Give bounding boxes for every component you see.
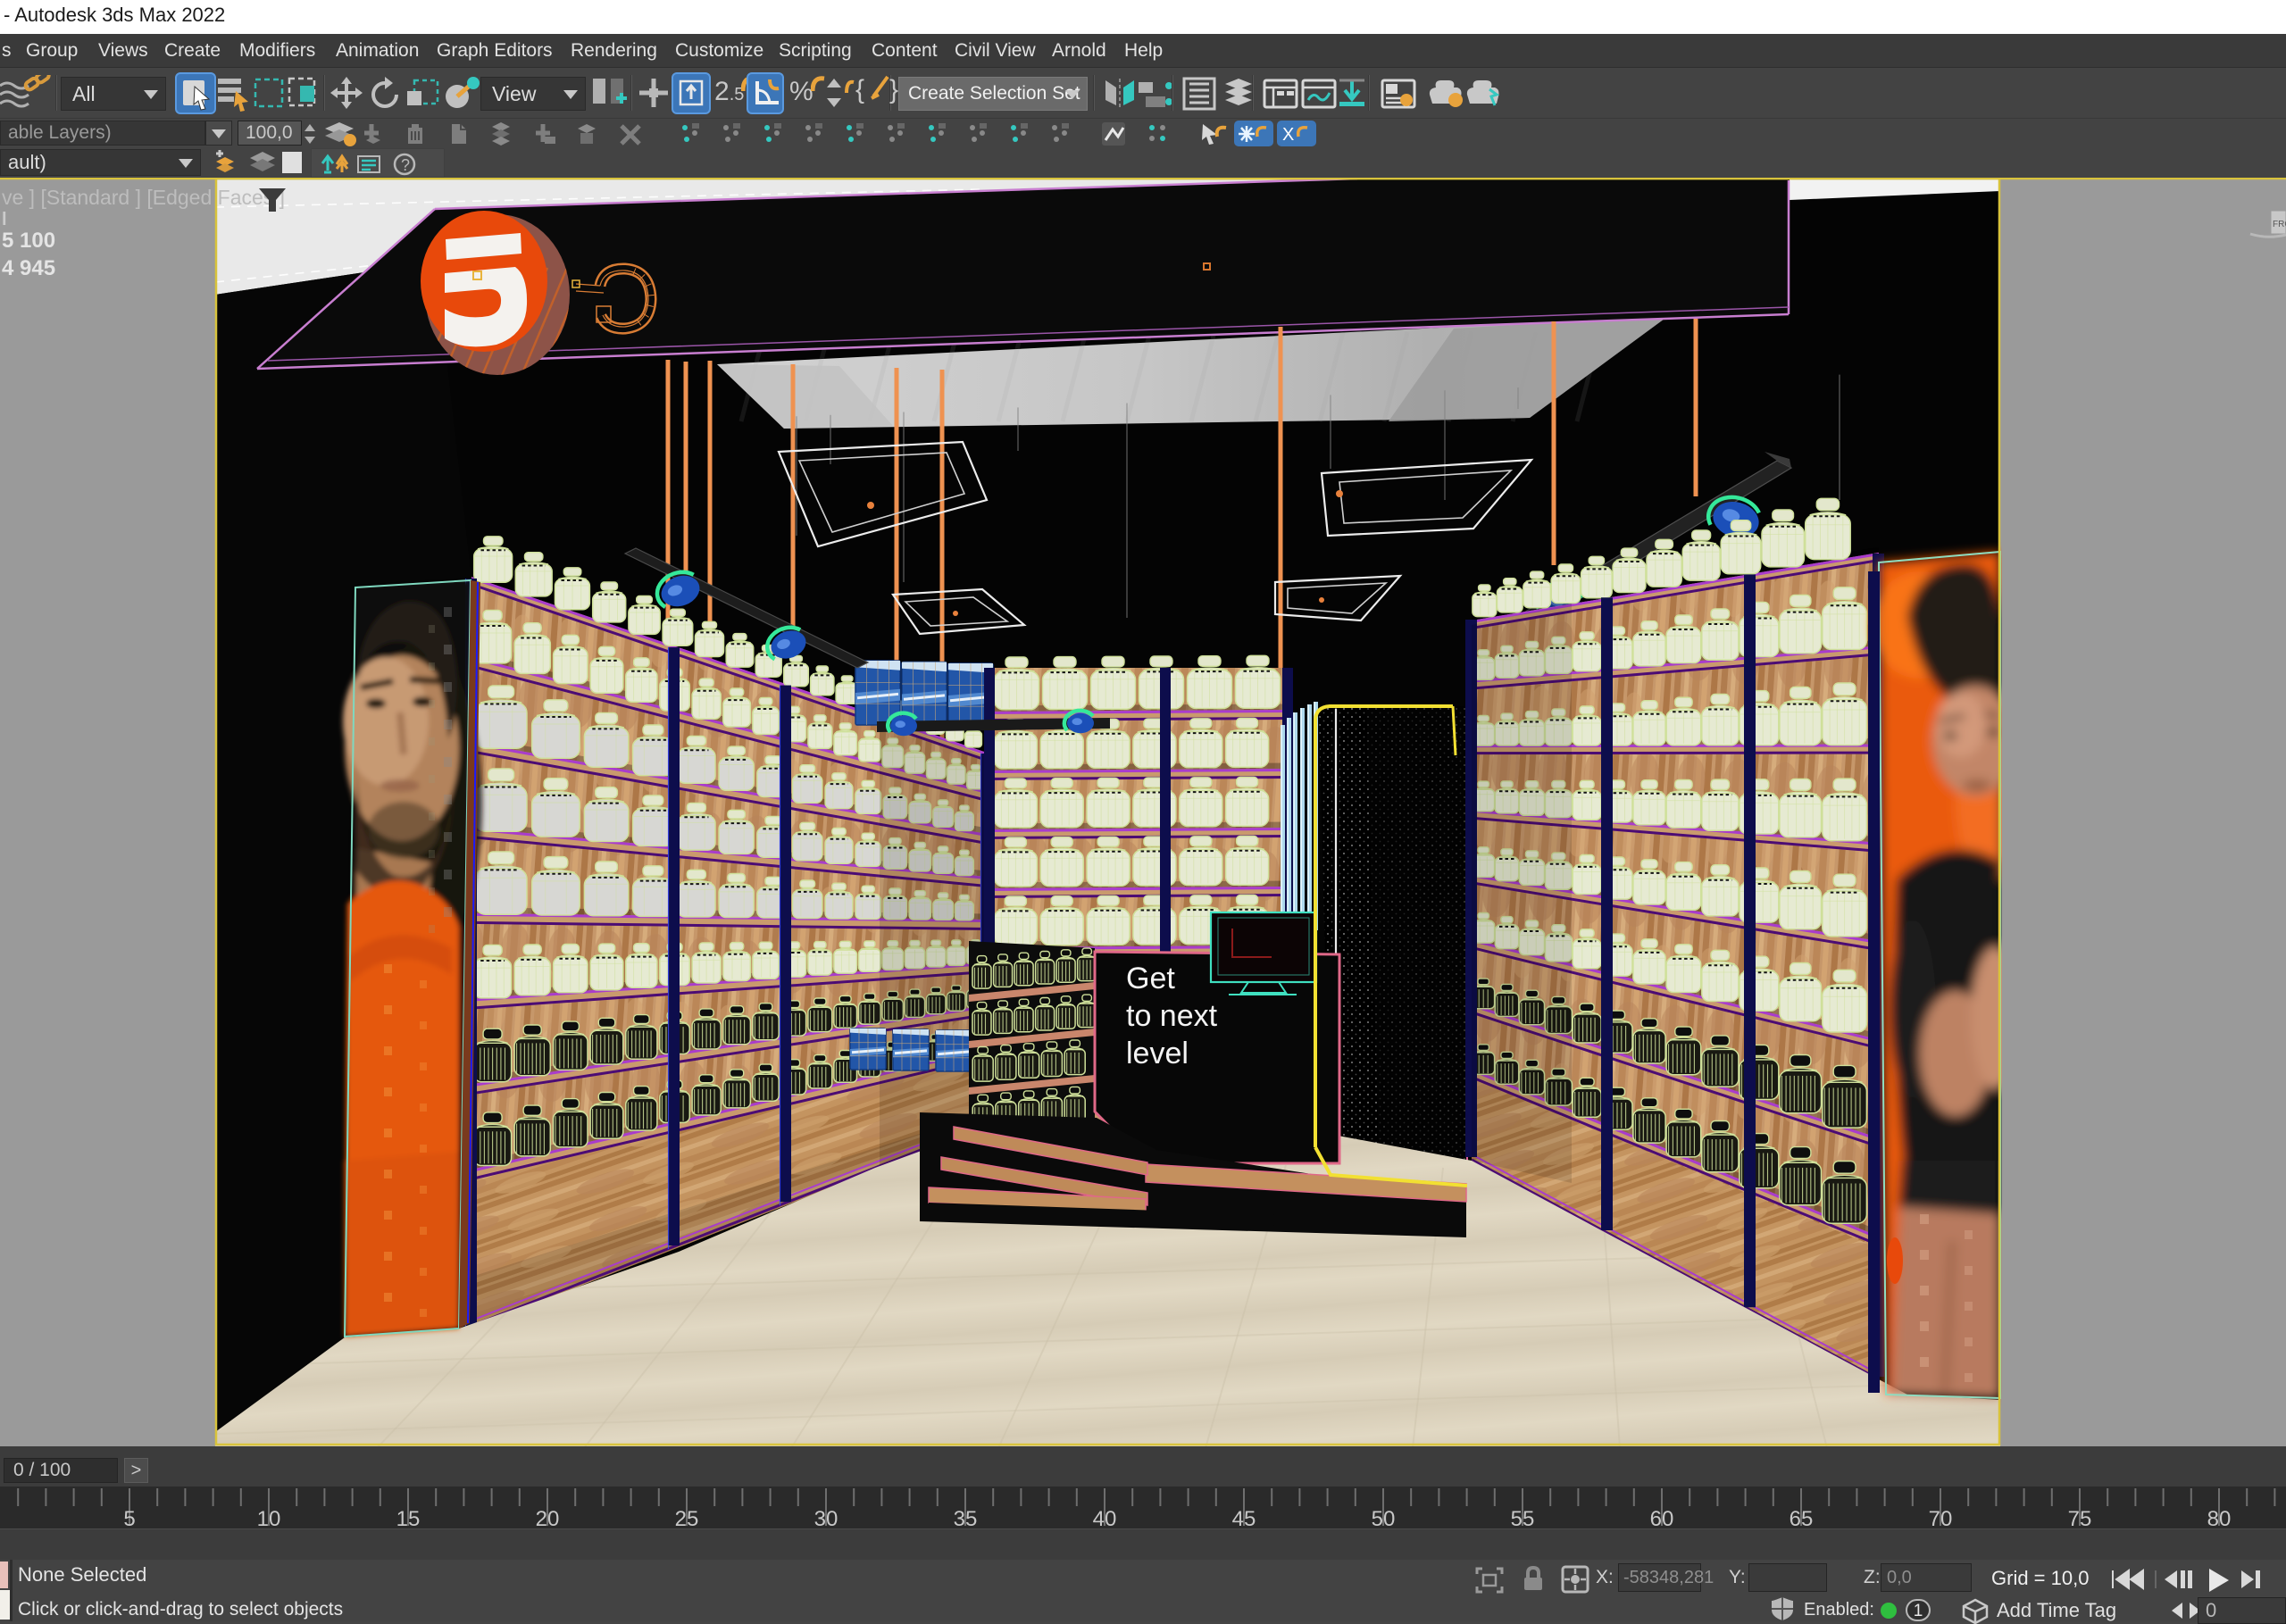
svg-text:?: ? <box>401 156 410 174</box>
svg-text:5: 5 <box>123 1507 135 1528</box>
svg-text:50: 50 <box>1372 1507 1396 1528</box>
svg-text:Get: Get <box>1126 962 1175 995</box>
svg-text:60: 60 <box>1650 1507 1674 1528</box>
svg-text:l: l <box>2 210 7 229</box>
svg-text:X: X <box>1282 125 1294 145</box>
svg-text:25: 25 <box>675 1507 699 1528</box>
svg-text:4 945: 4 945 <box>2 256 55 280</box>
svg-text:55: 55 <box>1511 1507 1535 1528</box>
svg-text:45: 45 <box>1232 1507 1256 1528</box>
svg-text:ve ] [Standard ] [Edged Face: ve ] [Standard ] [Edged Faces ] <box>2 186 285 209</box>
svg-text:FRO: FRO <box>2273 220 2286 229</box>
svg-text:70: 70 <box>1929 1507 1953 1528</box>
svg-text:20: 20 <box>536 1507 560 1528</box>
svg-text:80: 80 <box>2207 1507 2232 1528</box>
svg-text:65: 65 <box>1790 1507 1814 1528</box>
svg-text:5 100: 5 100 <box>2 229 55 253</box>
svg-text:10: 10 <box>257 1507 281 1528</box>
svg-text:to next: to next <box>1126 999 1218 1033</box>
svg-text:35: 35 <box>954 1507 978 1528</box>
svg-text:40: 40 <box>1093 1507 1117 1528</box>
svg-text:30: 30 <box>814 1507 838 1528</box>
svg-text:15: 15 <box>396 1507 421 1528</box>
svg-text:level: level <box>1126 1037 1189 1070</box>
svg-text:75: 75 <box>2068 1507 2092 1528</box>
